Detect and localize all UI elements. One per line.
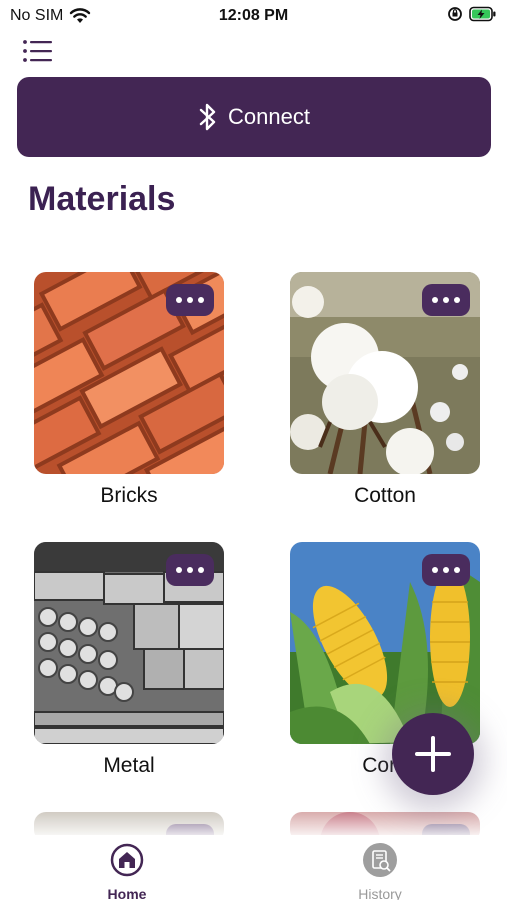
tab-label: Home xyxy=(107,886,147,900)
material-image-cotton xyxy=(290,272,480,474)
more-button[interactable] xyxy=(166,284,214,316)
add-material-button[interactable] xyxy=(392,713,474,795)
material-label: Metal xyxy=(103,754,155,777)
material-image-bricks xyxy=(34,272,224,474)
material-image-corn xyxy=(290,542,480,744)
more-button[interactable] xyxy=(422,284,470,316)
material-card-cotton[interactable]: Cotton xyxy=(290,272,480,508)
tab-bar: Home History xyxy=(0,835,507,900)
tab-home[interactable]: Home xyxy=(72,843,182,900)
material-image-metal xyxy=(34,542,224,744)
material-label: Cotton xyxy=(354,484,416,507)
material-card-metal[interactable]: Metal xyxy=(34,542,224,778)
home-icon xyxy=(110,843,144,877)
tab-history[interactable]: History xyxy=(325,843,435,900)
more-button[interactable] xyxy=(166,554,214,586)
tab-label: History xyxy=(358,886,402,900)
scroll-fade xyxy=(0,800,507,840)
plus-icon xyxy=(415,736,451,772)
material-label: Bricks xyxy=(100,484,158,507)
history-icon xyxy=(363,843,397,877)
more-button[interactable] xyxy=(422,554,470,586)
material-card-bricks[interactable]: Bricks xyxy=(34,272,224,508)
